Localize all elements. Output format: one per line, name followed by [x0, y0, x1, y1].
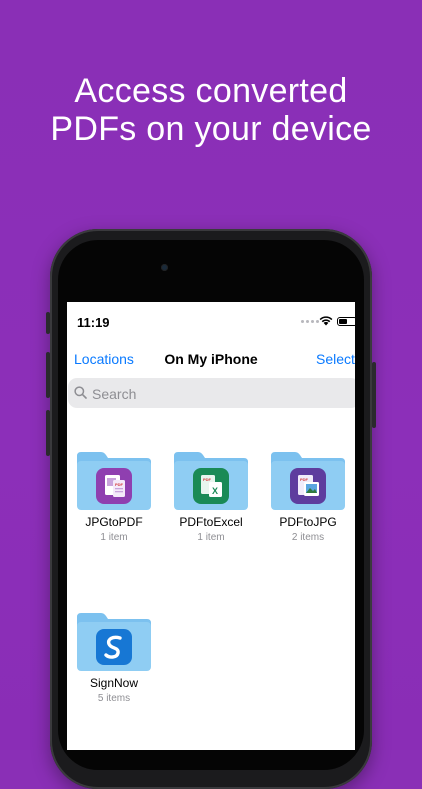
headline-line-1: Access converted — [74, 72, 348, 110]
cellular-signal-icon — [301, 320, 319, 323]
folder-icon: PDF X — [172, 450, 250, 512]
folder-jpgtopdf[interactable]: PDF JPGtoPDF 1 item — [69, 450, 159, 543]
volume-up-button — [46, 352, 50, 398]
volume-down-button — [46, 410, 50, 456]
svg-text:PDF: PDF — [115, 482, 124, 487]
folder-name: PDFtoExcel — [179, 515, 243, 529]
folder-name: PDFtoJPG — [279, 515, 337, 529]
search-bar[interactable] — [68, 378, 355, 408]
folder-item-count: 2 items — [291, 532, 325, 543]
signnow-app-icon — [96, 629, 132, 665]
folder-icon: PDF — [269, 450, 347, 512]
front-camera — [161, 264, 168, 271]
select-button[interactable]: Select — [316, 351, 355, 367]
folder-item-count: 1 item — [197, 532, 225, 543]
folder-name: JPGtoPDF — [85, 515, 143, 529]
folder-icon — [75, 611, 153, 673]
folder-pdftoexcel[interactable]: PDF X PDFtoExcel 1 item — [166, 450, 256, 543]
battery-icon — [337, 317, 355, 326]
svg-text:X: X — [212, 486, 218, 496]
pdf-to-jpg-app-icon: PDF — [290, 468, 326, 504]
folder-name: SignNow — [89, 676, 139, 690]
pdf-to-excel-app-icon: PDF X — [193, 468, 229, 504]
nav-title: On My iPhone — [164, 351, 258, 367]
svg-text:PDF: PDF — [300, 477, 309, 482]
folder-item-count: 5 items — [97, 693, 131, 704]
power-button — [372, 362, 376, 428]
svg-text:PDF: PDF — [203, 477, 212, 482]
folder-icon: PDF — [75, 450, 153, 512]
headline-line-2: PDFs on your device — [50, 110, 372, 148]
search-input[interactable] — [90, 382, 344, 406]
folder-signnow[interactable]: SignNow 5 items — [69, 611, 159, 704]
folder-item-count: 1 item — [100, 532, 128, 543]
mute-switch — [46, 312, 50, 334]
phone-screen: 11:19 ‹ Locations On My iPhone Select — [67, 302, 355, 750]
jpg-to-pdf-app-icon: PDF — [96, 468, 132, 504]
navigation-bar: ‹ Locations On My iPhone Select — [67, 342, 355, 376]
status-time: 11:19 — [77, 315, 110, 330]
headline: Access converted PDFs on your device — [0, 72, 422, 148]
wifi-icon — [319, 316, 333, 326]
search-icon — [74, 386, 87, 399]
folder-pdftojpg[interactable]: PDF PDFtoJPG 2 items — [263, 450, 353, 543]
status-bar: 11:19 — [67, 302, 355, 342]
